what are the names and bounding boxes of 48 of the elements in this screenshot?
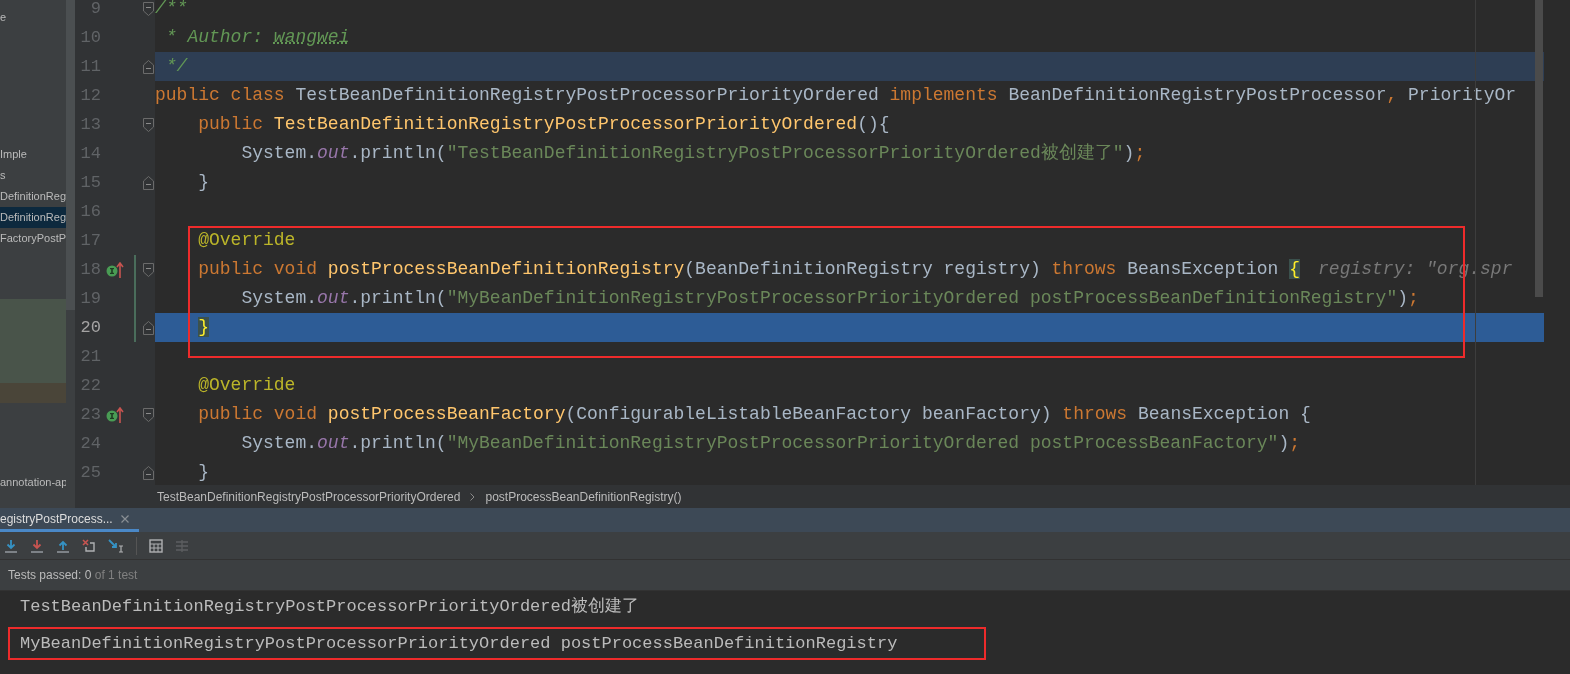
scrollbar-thumb[interactable] [1535, 0, 1543, 297]
test-status: Tests passed: 0 of 1 test [8, 567, 138, 584]
jump-arrow-icon[interactable] [108, 538, 124, 553]
code-line: * Author: wangwei [164, 26, 350, 49]
list-icon [175, 538, 189, 553]
code-line: System.out.println("MyBeanDefinitionRegistryPostProcessorPriorityOrdered postProcessBeanDefinitionRegistry"); [240, 287, 1419, 310]
arrow-down-icon[interactable] [4, 538, 18, 553]
project-tree-item[interactable]: DefinitionReg [0, 207, 66, 228]
console-line: TestBeanDefinitionRegistryPostProcessorPriorityOrdered被创建了 [20, 596, 639, 618]
code-line: public TestBeanDefinitionRegistryPostProcessorPriorityOrdered(){ [197, 113, 890, 136]
fold-marker-icon[interactable] [142, 117, 154, 132]
code-line: /** [155, 0, 188, 20]
fold-marker-icon[interactable] [142, 465, 154, 480]
chevron-right-icon [470, 492, 476, 501]
close-icon[interactable] [120, 514, 129, 523]
breadcrumb-item[interactable]: postProcessBeanDefinitionRegistry() [485, 487, 682, 506]
fold-marker-icon[interactable] [142, 320, 154, 335]
implementation-marker-icon[interactable] [106, 406, 124, 423]
project-tree-item[interactable]: Imple [0, 144, 66, 165]
code-line: System.out.println("MyBeanDefinitionRegistryPostProcessorPriorityOrdered postProcessBeanFactory"); [240, 432, 1301, 455]
project-tree-item[interactable]: DefinitionReg [0, 186, 66, 207]
cancel-icon[interactable] [82, 538, 96, 553]
code-line: public class TestBeanDefinitionRegistryPostProcessorPriorityOrdered implements BeanDefinitionRegistryPostProcessor, PriorityOr [155, 84, 1517, 107]
arrow-up-icon[interactable] [56, 538, 70, 553]
scrollbar[interactable] [66, 0, 75, 310]
console-line: MyBeanDefinitionRegistryPostProcessorPriorityOrdered postProcessBeanDefinitionRegistry [20, 632, 898, 655]
fold-marker-icon[interactable] [142, 262, 154, 277]
breadcrumb-item[interactable]: TestBeanDefinitionRegistryPostProcessorPriorityOrdered [157, 487, 461, 506]
line-number: 20 [79, 316, 101, 339]
code-line: */ [164, 55, 188, 78]
code-line: System.out.println("TestBeanDefinitionRegistryPostProcessorPriorityOrdered被创建了"); [240, 142, 1146, 165]
code-line: public void postProcessBeanDefinitionRegistry(BeanDefinitionRegistry registry) throws BeansException { [197, 258, 1301, 281]
code-line: } [197, 461, 209, 484]
project-tree-item[interactable]: s [0, 165, 66, 186]
fold-marker-icon[interactable] [142, 175, 154, 190]
table-icon[interactable] [149, 538, 163, 553]
implementation-marker-icon[interactable] [106, 261, 124, 278]
arrow-down-icon[interactable] [30, 538, 44, 553]
code-line: @Override [197, 374, 296, 397]
code-line: public void postProcessBeanFactory(ConfigurableListableBeanFactory beanFactory) throws BeansException { [197, 403, 1311, 426]
project-tree-item[interactable]: annotation-ap [0, 472, 66, 493]
project-tree-item[interactable]: FactoryPostP [0, 228, 66, 249]
code-line: @Override [197, 229, 296, 252]
fold-marker-icon[interactable] [142, 1, 154, 16]
fold-marker-icon[interactable] [142, 407, 154, 422]
project-tree-item[interactable]: e [0, 7, 66, 28]
code-line: } [197, 171, 209, 194]
fold-marker-icon[interactable] [142, 59, 154, 74]
